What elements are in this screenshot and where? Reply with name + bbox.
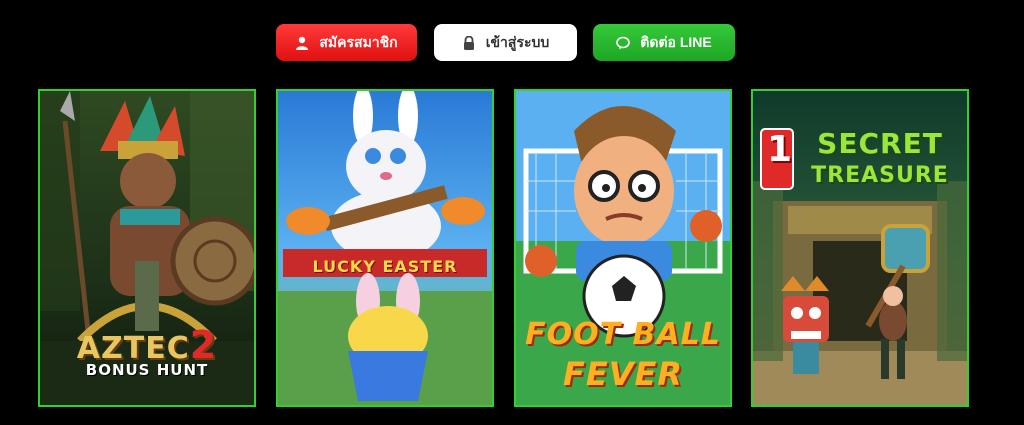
game-grid: AZTEC2 BONUS HUNT LUCKY EASTER FOOT BALL… xyxy=(0,89,1024,409)
secret-treasure-number: 1 xyxy=(766,129,794,170)
game-card-lucky-easter[interactable]: LUCKY EASTER xyxy=(276,89,494,407)
chat-bubble-icon xyxy=(616,36,631,50)
secret-treasure-title-line2: TREASURE xyxy=(811,163,949,188)
game-card-aztec[interactable]: AZTEC2 BONUS HUNT xyxy=(38,89,256,407)
game-card-football-fever[interactable]: FOOT BALL FEVER xyxy=(514,89,732,407)
line-contact-button[interactable]: ติดต่อ LINE xyxy=(593,24,735,61)
football-fever-title-line1: FOOT BALL xyxy=(525,317,721,352)
aztec-subtitle: BONUS HUNT xyxy=(85,361,209,379)
secret-treasure-title-line1: SECRET xyxy=(817,127,943,160)
header-actions: สมัครสมาชิก เข้าสู่ระบบ ติดต่อ LINE xyxy=(0,24,1024,62)
register-button[interactable]: สมัครสมาชิก xyxy=(276,24,417,61)
lucky-easter-artwork xyxy=(278,91,492,405)
football-fever-title-line2: FEVER xyxy=(563,355,683,393)
user-icon xyxy=(295,36,309,50)
game-card-secret-treasure[interactable]: 1 SECRET TREASURE xyxy=(751,89,969,407)
register-label: สมัครสมาชิก xyxy=(319,33,398,50)
line-label: ติดต่อ LINE xyxy=(640,33,712,50)
login-button[interactable]: เข้าสู่ระบบ xyxy=(434,24,577,61)
login-label: เข้าสู่ระบบ xyxy=(485,33,550,50)
lock-icon xyxy=(462,35,476,50)
lucky-easter-title: LUCKY EASTER xyxy=(312,257,458,276)
